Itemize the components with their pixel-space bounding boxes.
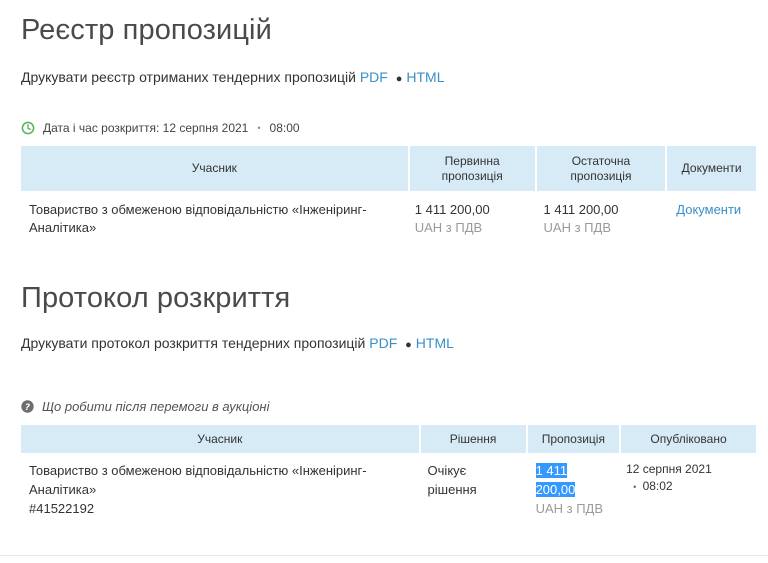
registry-title: Реєстр пропозицій: [21, 14, 272, 46]
selected-offer-text: 1 411: [535, 463, 568, 478]
col-participant: Учасник: [21, 425, 421, 453]
opening-time: 08:00: [269, 121, 300, 135]
published-datetime: 12 серпня 2021 • 08:02: [626, 462, 712, 493]
col-initial-offer: Первинна пропозиція: [408, 146, 537, 191]
protocol-header-row: Учасник Рішення Пропозиція Опубліковано: [21, 425, 756, 453]
registry-html-link[interactable]: HTML: [406, 69, 444, 85]
col-participant: Учасник: [21, 146, 410, 191]
protocol-table: Учасник Рішення Пропозиція Опубліковано …: [21, 425, 756, 518]
protocol-pdf-link[interactable]: PDF: [369, 335, 397, 351]
initial-offer: 1 411 200,00 UAH з ПДВ: [414, 202, 490, 235]
table-row: Товариство з обмеженою відповідальністю …: [21, 453, 756, 518]
registry-print-line: Друкувати реєстр отриманих тендерних про…: [21, 69, 445, 85]
registry-header-row: Учасник Первинна пропозиція Остаточна проп…: [21, 146, 756, 191]
protocol-title: Протокол розкриття: [21, 282, 291, 314]
registry-pdf-link[interactable]: PDF: [360, 69, 388, 85]
col-documents: Документи: [666, 146, 756, 191]
col-published: Опубліковано: [620, 425, 756, 453]
col-decision: Рішення: [419, 425, 528, 453]
opening-date: Дата і час розкриття: 12 серпня 2021: [43, 121, 249, 135]
clock-icon: [21, 121, 35, 135]
table-row: Товариство з обмеженою відповідальністю …: [21, 191, 756, 237]
offer-amount[interactable]: 1 411 200,00 UAH з ПДВ: [527, 453, 620, 518]
registry-table: Учасник Первинна пропозиція Остаточна проп…: [21, 146, 756, 237]
participant-id: #41522192: [29, 501, 95, 516]
question-icon: ?: [21, 400, 34, 413]
documents-link[interactable]: Документи: [676, 202, 741, 217]
help-text: Що робити після перемоги в аукціоні: [42, 399, 270, 414]
participant-name: Товариство з обмеженою відповідальністю …: [29, 463, 367, 516]
final-offer: 1 411 200,00 UAH з ПДВ: [543, 202, 619, 235]
opening-datetime: Дата і час розкриття: 12 серпня 2021 • 0…: [21, 121, 300, 135]
decision-status: Очікує рішення: [427, 463, 477, 497]
separator-dot: ●: [395, 73, 403, 85]
col-offer: Пропозиція: [526, 425, 622, 453]
protocol-html-link[interactable]: HTML: [416, 335, 454, 351]
protocol-print-line: Друкувати протокол розкриття тендерних п…: [21, 335, 454, 351]
svg-text:?: ?: [25, 403, 30, 413]
divider: [0, 555, 768, 556]
time-separator: •: [257, 123, 261, 133]
registry-print-text: Друкувати реєстр отриманих тендерних про…: [21, 69, 356, 85]
protocol-print-text: Друкувати протокол розкриття тендерних п…: [21, 335, 366, 351]
help-link[interactable]: ? Що робити після перемоги в аукціоні: [21, 399, 269, 414]
documents-cell: Документи: [666, 191, 756, 237]
participant-name: Товариство з обмеженою відповідальністю …: [29, 202, 367, 235]
separator-dot: ●: [405, 339, 412, 351]
col-final-offer: Остаточна пропозиція: [535, 146, 668, 191]
